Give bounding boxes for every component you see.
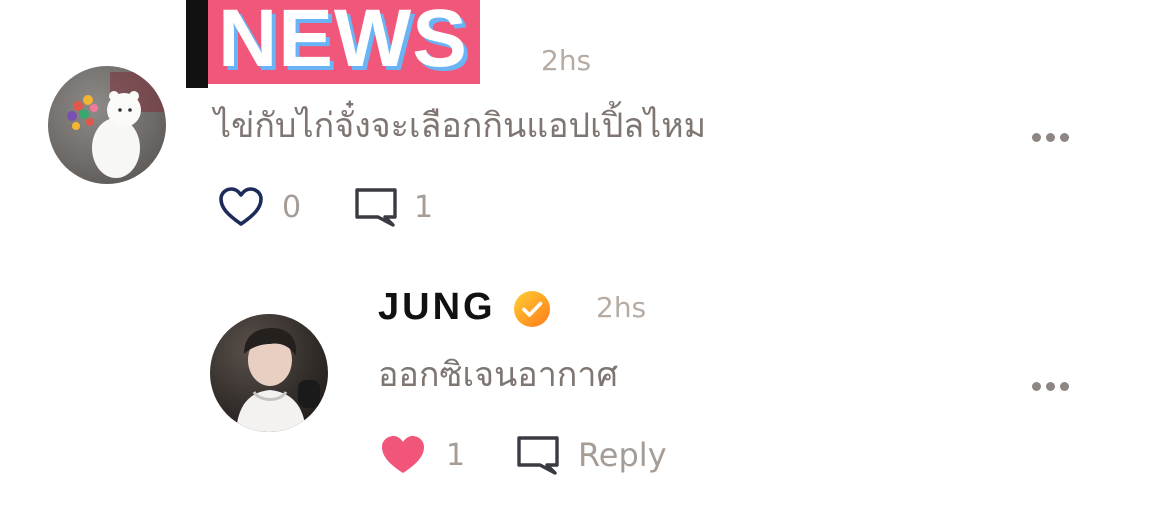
reply-button[interactable]: Reply [516,434,667,476]
comment-text: ไข่กับไก่จั๋งจะเลือกกินแอปเปิ้ลไหม [214,106,707,146]
comment-bubble-icon [355,188,397,227]
more-horizontal-icon[interactable] [1032,382,1069,391]
reply-label: Reply [578,436,667,474]
verified-badge-icon [514,291,550,327]
news-badge: NEWS [186,0,480,88]
comment-button[interactable]: 1 [354,186,433,228]
heart-filled-icon [382,436,424,473]
reply-like-button[interactable]: 1 [380,434,465,476]
news-badge-label: NEWS [218,0,468,84]
comment-thread: NEWS 2hs ไข่กับไก่จั๋งจะเลือกกินแอปเปิ้ล… [0,0,1169,511]
news-badge-box: NEWS [208,0,480,84]
avatar-person-image [236,328,320,432]
reply-like-count: 1 [446,437,466,473]
avatar-bear-image [67,72,166,178]
reply-text: ออกซิเจนอากาศ [378,355,619,395]
more-horizontal-icon[interactable] [1032,133,1069,142]
avatar[interactable] [48,66,166,184]
like-count: 0 [282,189,302,225]
heart-outline-icon [219,187,263,226]
comment-timestamp: 2hs [541,44,592,77]
reply-avatar[interactable] [210,314,328,432]
news-badge-bar [186,0,208,88]
comment-count: 1 [414,189,434,225]
reply-timestamp: 2hs [596,291,647,324]
reply-username[interactable]: JUNG [378,286,496,329]
comment-bubble-icon [517,436,559,475]
like-button[interactable]: 0 [218,186,301,228]
